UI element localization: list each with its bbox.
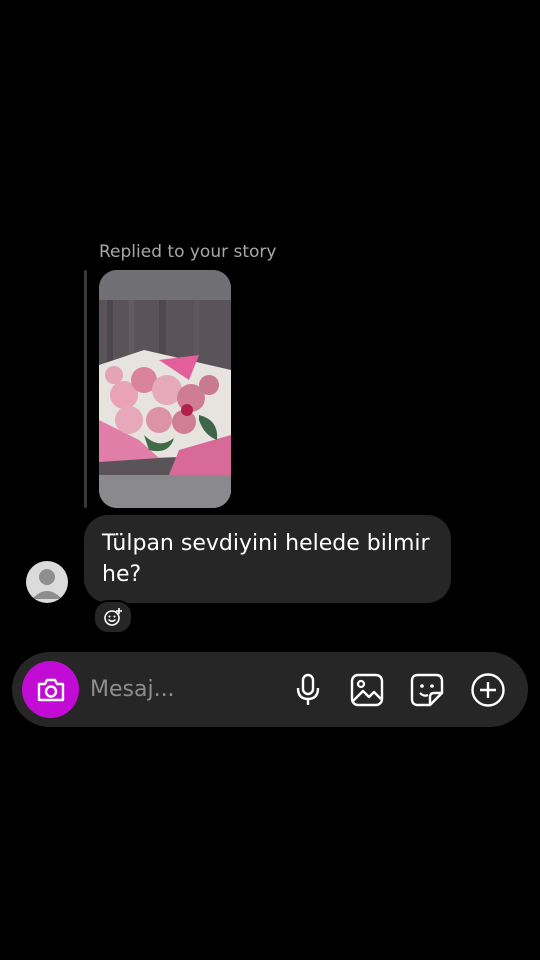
sticker-icon bbox=[410, 673, 444, 707]
sender-avatar[interactable] bbox=[26, 561, 68, 603]
voice-message-button[interactable] bbox=[289, 671, 327, 709]
message-text: Tülpan sevdiyini helede bilmir he? bbox=[102, 531, 430, 587]
plus-circle-icon bbox=[471, 673, 505, 707]
message-input[interactable] bbox=[90, 672, 280, 706]
microphone-icon bbox=[296, 673, 320, 705]
replied-to-story-label: Replied to your story bbox=[99, 242, 277, 262]
gallery-icon bbox=[350, 673, 384, 707]
add-reaction-button[interactable] bbox=[93, 600, 133, 634]
message-composer bbox=[12, 652, 528, 727]
gallery-button[interactable] bbox=[348, 671, 386, 709]
story-thumbnail[interactable] bbox=[99, 270, 231, 508]
emoji-add-icon bbox=[104, 608, 122, 626]
message-bubble[interactable]: Tülpan sevdiyini helede bilmir he? bbox=[84, 515, 451, 603]
camera-button[interactable] bbox=[22, 661, 79, 718]
reply-indicator-bar bbox=[84, 270, 87, 508]
more-options-button[interactable] bbox=[469, 671, 507, 709]
default-avatar-icon bbox=[32, 569, 62, 599]
camera-icon bbox=[37, 678, 64, 701]
sticker-button[interactable] bbox=[408, 671, 446, 709]
